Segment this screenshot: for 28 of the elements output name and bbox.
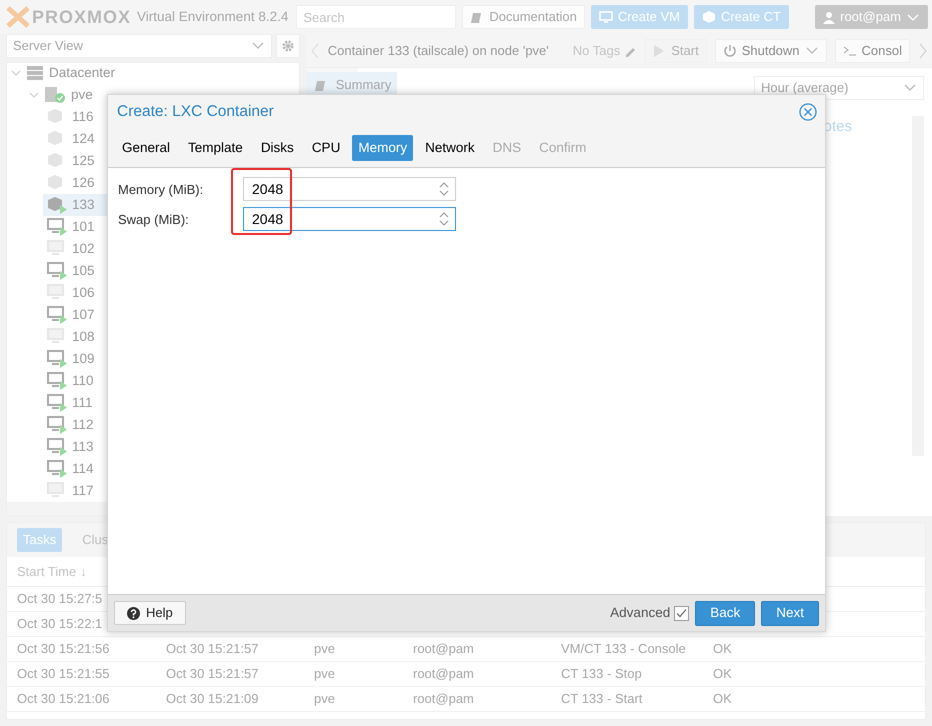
checkbox-label: Advanced — [610, 604, 670, 622]
logo-text: PROXMOX — [32, 6, 132, 28]
table-cell-text: Oct 30 15:21:06 — [17, 690, 111, 708]
table-cell-text: root@pam — [413, 640, 475, 658]
table-cell-text: pve — [314, 690, 336, 708]
table-cell-text: Oct 30 15:22:1 — [17, 615, 104, 634]
table-cell-text: OK — [713, 665, 732, 684]
product-version: Virtual Environment 8.2.4 — [137, 8, 288, 26]
table-cell-text: Oct 30 15:27:5 — [17, 590, 104, 608]
table-cell-text: OK — [713, 640, 732, 658]
table-cell-text: Oct 30 15:21:57 — [166, 640, 260, 658]
table-cell-text: Oct 30 15:21:56 — [17, 640, 111, 658]
table-cell-text: VM/CT 133 - Console — [561, 640, 687, 658]
table-cell-text: Oct 30 15:21:55 — [17, 665, 111, 684]
table-cell-text: pve — [314, 640, 336, 658]
table-cell-text: CT 133 - Stop — [561, 665, 643, 684]
table-cell-text: pve — [314, 665, 336, 684]
container-title: Container 133 (tailscale) on node 'pve' — [328, 42, 549, 60]
table-cell-text: OK — [713, 690, 732, 708]
table-cell-text: Oct 30 15:21:57 — [166, 665, 260, 684]
field-label: Swap (MiB): — [118, 210, 190, 229]
table-cell-text: Oct 30 15:21:09 — [166, 690, 260, 708]
field-label: Memory (MiB): — [118, 180, 204, 199]
table-cell-text: root@pam — [413, 665, 475, 684]
sort-arrow: ↓ — [80, 562, 87, 581]
table-cell-text: root@pam — [413, 690, 475, 708]
dialog-title: Create: LXC Container — [117, 102, 274, 122]
table-cell-text: CT 133 - Start — [561, 690, 644, 708]
